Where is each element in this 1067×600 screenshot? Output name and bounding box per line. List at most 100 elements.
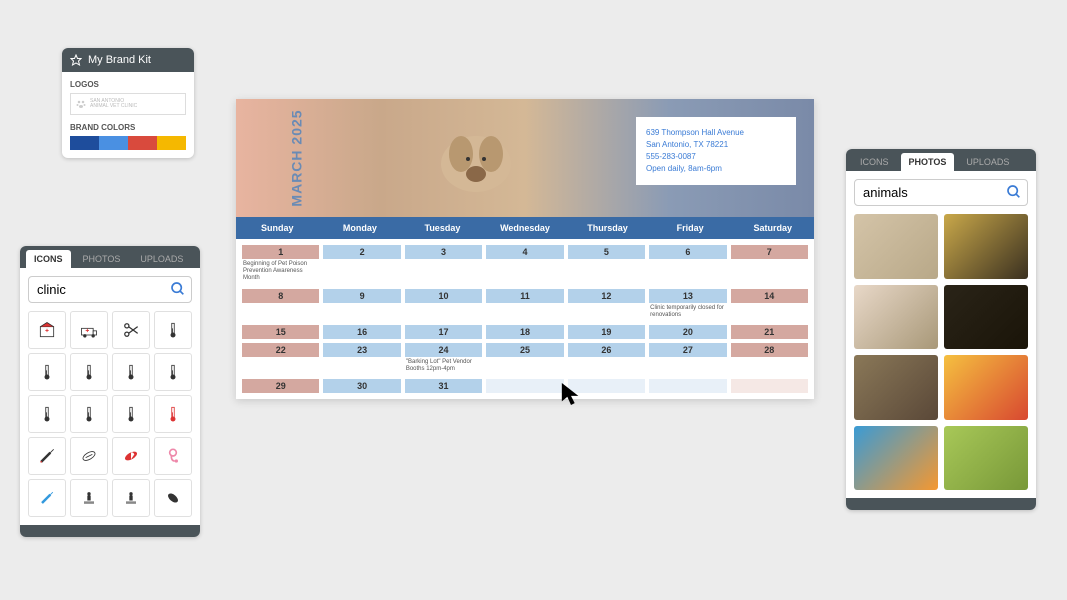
temp-hot-icon[interactable] (154, 395, 192, 433)
date-number: 5 (568, 245, 645, 259)
paw-icon (75, 98, 87, 110)
calendar-cell[interactable] (647, 377, 728, 395)
calendar-cell[interactable]: 14 (729, 287, 810, 323)
calendar-cell[interactable]: 10 (403, 287, 484, 323)
calendar-cell[interactable]: 2 (321, 243, 402, 287)
color-swatch[interactable] (99, 136, 128, 150)
temp-med-icon[interactable] (70, 353, 108, 391)
ambulance-icon[interactable] (70, 311, 108, 349)
calendar-cell[interactable]: 9 (321, 287, 402, 323)
calendar-cell[interactable]: 24"Barking Lot" Pet Vendor Booths 12pm-4… (403, 341, 484, 377)
icons-search-input[interactable] (28, 276, 192, 303)
capsule-icon[interactable] (112, 437, 150, 475)
color-swatch[interactable] (128, 136, 157, 150)
search-icon[interactable] (170, 281, 186, 297)
treatment-icon[interactable] (112, 479, 150, 517)
event-text: Beginning of Pet Poison Prevention Aware… (242, 259, 319, 285)
calendar-cell[interactable]: 17 (403, 323, 484, 341)
icons-panel: ICONSPHOTOSUPLOADS (20, 246, 200, 537)
calendar-cell[interactable]: 22 (240, 341, 321, 377)
calendar-cell[interactable]: 20 (647, 323, 728, 341)
calendar-cell[interactable]: 5 (566, 243, 647, 287)
photo-meadow[interactable] (944, 426, 1028, 491)
calendar-cell[interactable]: 7 (729, 243, 810, 287)
pill-icon[interactable] (70, 437, 108, 475)
calendar-cell[interactable]: 1Beginning of Pet Poison Prevention Awar… (240, 243, 321, 287)
brand-kit-panel: My Brand Kit LOGOS SAN ANTONIOANIMAL VET… (62, 48, 194, 158)
calendar-day-headers: SundayMondayTuesdayWednesdayThursdayFrid… (236, 217, 814, 239)
photo-lion-roar[interactable] (944, 214, 1028, 279)
stethoscope-icon[interactable] (154, 437, 192, 475)
photo-puppy[interactable] (854, 285, 938, 350)
tab-uploads[interactable]: UPLOADS (132, 250, 191, 268)
panel-footer (846, 498, 1036, 510)
tab-icons[interactable]: ICONS (26, 250, 71, 268)
medicine-icon[interactable] (154, 479, 192, 517)
date-number: 19 (568, 325, 645, 339)
calendar-cell[interactable]: 6 (647, 243, 728, 287)
temp-vert-icon[interactable] (70, 395, 108, 433)
calendar-cell[interactable]: 31 (403, 377, 484, 395)
temp-angle-icon[interactable] (28, 395, 66, 433)
calendar-canvas[interactable]: MARCH 2025 639 Thompson Hall Avenue San … (236, 99, 814, 399)
photo-flowers[interactable] (944, 355, 1028, 420)
photos-search-input[interactable] (854, 179, 1028, 206)
day-header: Tuesday (401, 217, 484, 239)
calendar-cell[interactable]: 23 (321, 341, 402, 377)
date-number: 8 (242, 289, 319, 303)
calendar-cell[interactable]: 13Clinic temporarily closed for renovati… (647, 287, 728, 323)
calendar-cell[interactable]: 25 (484, 341, 565, 377)
event-text: "Barking Lot" Pet Vendor Booths 12pm-4pm (405, 357, 482, 375)
calendar-cell[interactable]: 29 (240, 377, 321, 395)
photo-kingfisher[interactable] (854, 426, 938, 491)
color-swatch[interactable] (70, 136, 99, 150)
calendar-cell[interactable]: 15 (240, 323, 321, 341)
syringe-icon[interactable] (28, 437, 66, 475)
calendar-cell[interactable]: 28 (729, 341, 810, 377)
calendar-cell[interactable]: 21 (729, 323, 810, 341)
first-aid-icon[interactable] (28, 311, 66, 349)
tab-photos[interactable]: PHOTOS (901, 153, 955, 171)
massage-icon[interactable] (70, 479, 108, 517)
calendar-cell[interactable]: 8 (240, 287, 321, 323)
tab-photos[interactable]: PHOTOS (75, 250, 129, 268)
color-swatch[interactable] (157, 136, 186, 150)
scissors-icon[interactable] (112, 311, 150, 349)
photo-horse[interactable] (854, 214, 938, 279)
calendar-cell[interactable] (484, 377, 565, 395)
calendar-cell[interactable]: 11 (484, 287, 565, 323)
temp-line-icon[interactable] (154, 353, 192, 391)
date-number: 11 (486, 289, 563, 303)
logos-label: LOGOS (70, 80, 186, 89)
calendar-cell[interactable]: 3 (403, 243, 484, 287)
temp-low-icon[interactable] (28, 353, 66, 391)
logo-preview[interactable]: SAN ANTONIOANIMAL VET CLINIC (70, 93, 186, 115)
tab-icons[interactable]: ICONS (852, 153, 897, 171)
injection-icon[interactable] (28, 479, 66, 517)
photo-grid (846, 214, 1036, 498)
calendar-cell[interactable]: 30 (321, 377, 402, 395)
calendar-cell[interactable]: 16 (321, 323, 402, 341)
calendar-cell[interactable]: 12 (566, 287, 647, 323)
date-number: 29 (242, 379, 319, 393)
temp-diag-icon[interactable] (112, 353, 150, 391)
calendar-cell[interactable]: 26 (566, 341, 647, 377)
calendar-cell[interactable]: 4 (484, 243, 565, 287)
date-number: 10 (405, 289, 482, 303)
calendar-cell[interactable]: 18 (484, 323, 565, 341)
puppy-image (416, 119, 536, 199)
calendar-cell[interactable]: 27 (647, 341, 728, 377)
date-number: 20 (649, 325, 726, 339)
date-number: 31 (405, 379, 482, 393)
logo-text: SAN ANTONIOANIMAL VET CLINIC (90, 99, 137, 110)
photo-lion-dark[interactable] (944, 285, 1028, 350)
colors-label: BRAND COLORS (70, 123, 186, 132)
temp-bulb-icon[interactable] (112, 395, 150, 433)
thermometer-icon[interactable] (154, 311, 192, 349)
photo-elephant[interactable] (854, 355, 938, 420)
search-icon[interactable] (1006, 184, 1022, 200)
calendar-cell[interactable]: 19 (566, 323, 647, 341)
calendar-cell[interactable] (729, 377, 810, 395)
tab-uploads[interactable]: UPLOADS (958, 153, 1017, 171)
calendar-hero: MARCH 2025 639 Thompson Hall Avenue San … (236, 99, 814, 217)
